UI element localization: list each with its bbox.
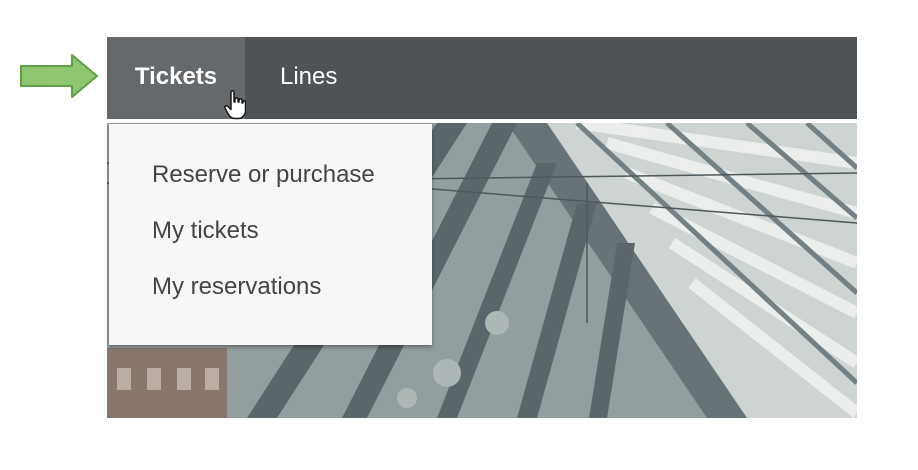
right-arrow-icon — [20, 54, 98, 98]
hand-pointer-cursor-icon — [224, 90, 246, 120]
tickets-dropdown-menu: Reserve or purchase My tickets My reserv… — [109, 124, 432, 345]
top-navbar: Tickets Lines — [107, 37, 857, 119]
menu-item-reserve-or-purchase[interactable]: Reserve or purchase — [152, 161, 375, 189]
menu-item-my-reservations[interactable]: My reservations — [152, 273, 321, 301]
nav-tab-lines[interactable]: Lines — [280, 37, 370, 119]
menu-item-my-tickets[interactable]: My tickets — [152, 217, 259, 245]
